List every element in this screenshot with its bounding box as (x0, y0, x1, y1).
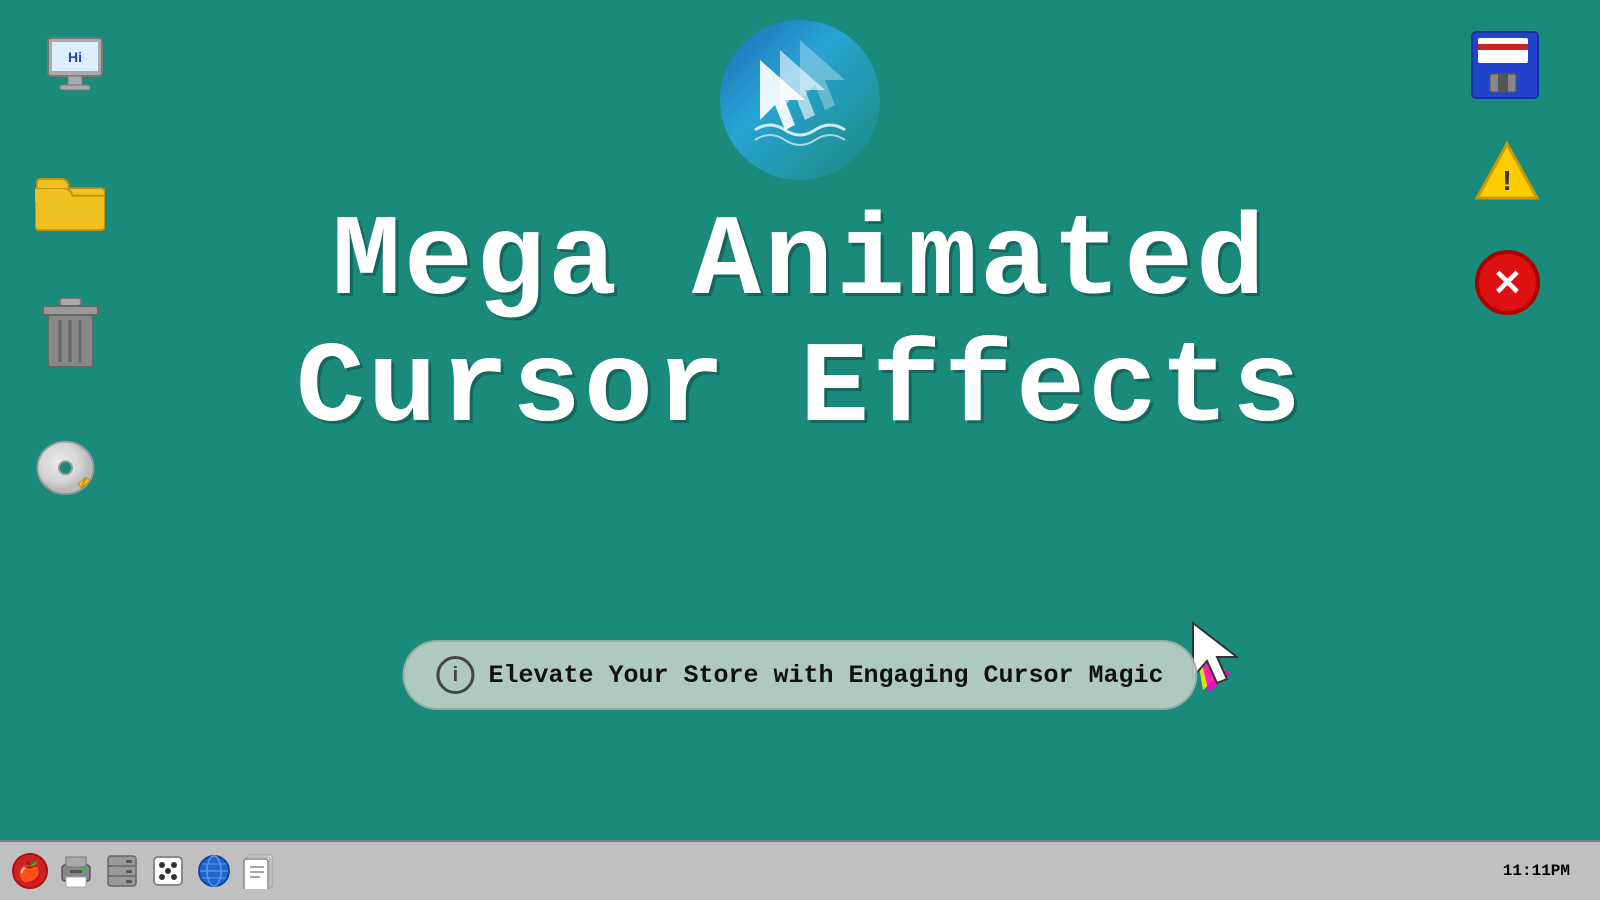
folder-icon (35, 170, 105, 240)
subtitle-text: Elevate Your Store with Engaging Cursor … (488, 661, 1163, 690)
app-logo (720, 20, 880, 180)
desktop-icon-folder[interactable] (35, 170, 105, 240)
desktop-icon-floppy[interactable] (1470, 30, 1540, 100)
desktop-icon-trash[interactable] (35, 300, 105, 370)
taskbar-time: 11:11PM (1503, 862, 1590, 880)
svg-text:!: ! (1502, 165, 1511, 196)
svg-text:🍎: 🍎 (18, 860, 43, 884)
taskbar-internet[interactable] (194, 851, 234, 891)
desktop-icon-error[interactable]: ✕ (1475, 250, 1540, 315)
svg-text:Hi: Hi (68, 49, 82, 65)
subtitle-pill[interactable]: i Elevate Your Store with Engaging Curso… (402, 640, 1197, 710)
computer-icon: Hi (40, 30, 110, 100)
taskbar-documents[interactable] (240, 851, 280, 891)
taskbar-hard-drive[interactable] (102, 851, 142, 891)
taskbar-apple-button[interactable]: 🍎 (10, 851, 50, 891)
taskbar-games[interactable] (148, 851, 188, 891)
error-x-symbol: ✕ (1492, 265, 1522, 301)
trash-icon (35, 300, 105, 370)
taskbar: 🍎 (0, 840, 1600, 900)
main-background: Mega Animated Cursor Effects Hi (0, 0, 1600, 840)
desktop-icon-warning[interactable]: ! (1475, 140, 1540, 205)
cd-icon (30, 430, 100, 500)
desktop-icon-cd[interactable] (30, 430, 100, 500)
taskbar-printer[interactable] (56, 851, 96, 891)
desktop-icon-computer[interactable]: Hi (40, 30, 110, 100)
taskbar-icons: 🍎 (10, 851, 1503, 891)
info-icon: i (436, 656, 474, 694)
main-title: Mega Animated Cursor Effects (250, 200, 1350, 453)
main-title-container: Mega Animated Cursor Effects (250, 200, 1350, 453)
